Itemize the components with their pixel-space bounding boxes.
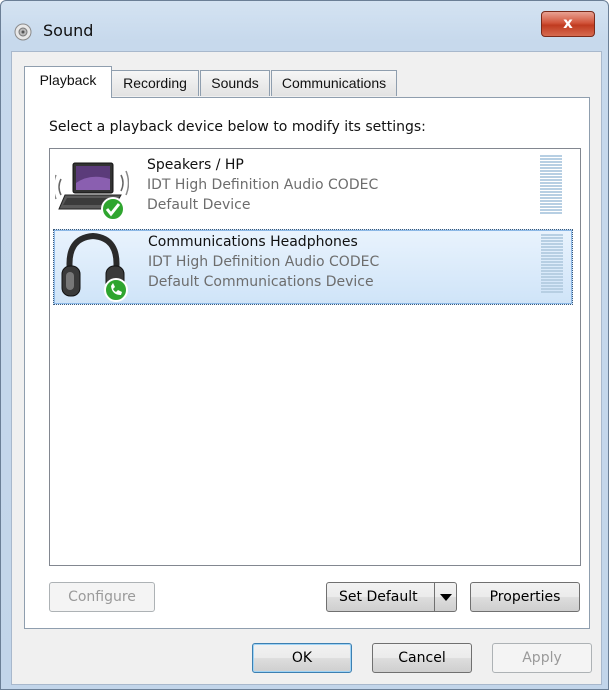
green-phone-icon: [104, 278, 128, 302]
cancel-label: Cancel: [398, 650, 446, 666]
properties-label: Properties: [489, 589, 561, 605]
green-check-icon: [101, 197, 125, 221]
title-bar[interactable]: Sound x: [1, 1, 608, 49]
list-item-headphones[interactable]: Communications Headphones IDT High Defin…: [53, 229, 573, 305]
close-icon: x: [563, 14, 573, 32]
set-default-label: Set Default: [339, 589, 418, 605]
tab-sounds[interactable]: Sounds: [200, 70, 270, 96]
tab-playback-label: Playback: [39, 72, 97, 88]
instruction-text: Select a playback device below to modify…: [49, 119, 426, 135]
close-button[interactable]: x: [541, 11, 595, 37]
playback-device-list[interactable]: Speakers / HP IDT High Definition Audio …: [49, 148, 581, 566]
tab-playback[interactable]: Playback: [24, 66, 112, 98]
configure-button[interactable]: Configure: [49, 582, 155, 612]
playback-panel: Select a playback device below to modify…: [24, 97, 590, 629]
speaker-icon: [14, 23, 32, 41]
apply-button[interactable]: Apply: [492, 643, 592, 673]
tab-communications[interactable]: Communications: [271, 70, 397, 96]
device-driver: IDT High Definition Audio CODEC: [147, 177, 379, 193]
apply-label: Apply: [522, 650, 562, 666]
device-name: Speakers / HP: [147, 157, 244, 173]
device-status: Default Communications Device: [148, 274, 374, 290]
tab-recording[interactable]: Recording: [111, 70, 199, 96]
volume-meter: [541, 234, 563, 294]
ok-button[interactable]: OK: [252, 643, 352, 673]
list-item-speakers[interactable]: Speakers / HP IDT High Definition Audio …: [53, 151, 573, 227]
properties-button[interactable]: Properties: [470, 582, 580, 612]
dialog-body: Playback Recording Sounds Communications…: [11, 51, 602, 685]
tab-communications-label: Communications: [281, 75, 387, 91]
device-name: Communications Headphones: [148, 234, 358, 250]
device-driver: IDT High Definition Audio CODEC: [148, 254, 380, 270]
window-title: Sound: [43, 21, 94, 40]
sound-dialog: Sound x Playback Recording Sounds Commun…: [0, 0, 609, 690]
configure-label: Configure: [68, 589, 136, 605]
cancel-button[interactable]: Cancel: [372, 643, 472, 673]
chevron-down-icon[interactable]: [434, 583, 456, 611]
tab-sounds-label: Sounds: [211, 75, 259, 91]
set-default-button[interactable]: Set Default: [326, 582, 457, 612]
ok-label: OK: [291, 650, 313, 666]
headphones-icon: [61, 232, 128, 302]
laptop-speakers-icon: [55, 162, 129, 221]
tab-recording-label: Recording: [123, 75, 187, 91]
device-status: Default Device: [147, 197, 251, 213]
volume-meter: [540, 155, 562, 215]
